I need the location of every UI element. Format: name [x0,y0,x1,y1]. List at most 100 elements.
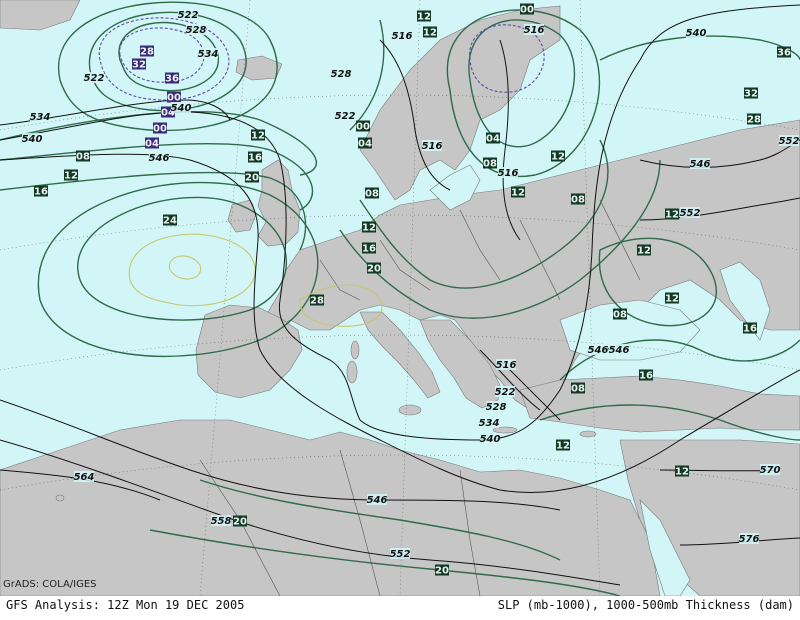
thickness-label: 516 [498,168,519,179]
slp-label: 12 [665,292,679,305]
thickness-label: 534 [479,418,500,429]
slp-label: 12 [665,208,679,221]
slp-label-text: 08 [76,152,90,163]
thickness-label: 546 [690,159,711,170]
slp-label: 08 [571,193,585,206]
thickness-label: 522 [84,73,105,84]
slp-label-text: 12 [511,188,525,199]
thickness-label: 516 [496,360,517,371]
slp-label-text: 12 [665,210,679,221]
slp-label-text: 08 [613,310,627,321]
slp-label-text: 12 [423,28,437,39]
slp-label-text: 00 [356,122,370,133]
slp-label-text: 08 [365,189,379,200]
slp-label: 08 [483,157,497,170]
slp-label: 16 [248,151,262,164]
slp-label-text: 20 [367,264,381,275]
slp-label: 32 [132,58,146,71]
slp-label-text: 12 [675,467,689,478]
slp-label: 12 [556,439,570,452]
slp-label-text: 08 [571,195,585,206]
slp-label: 00 [153,122,167,135]
slp-label: 00 [167,91,181,104]
slp-label-text: 04 [145,139,159,150]
slp-label: 12 [417,10,431,23]
slp-label: 12 [64,169,78,182]
credit-text: GrADS: COLA/IGES [3,579,97,590]
thickness-label: 540 [22,134,43,145]
slp-label: 36 [165,72,179,85]
slp-label-text: 20 [435,566,449,577]
thickness-label: 540 [480,434,501,445]
slp-label: 28 [310,294,324,307]
slp-label: 08 [571,382,585,395]
slp-label: 20 [233,515,247,528]
slp-label: 00 [356,120,370,133]
thickness-label: 546 [367,495,388,506]
footer-title: GFS Analysis: 12Z Mon 19 DEC 2005 [6,598,245,612]
slp-label-text: 04 [486,134,500,145]
slp-label-text: 16 [248,153,262,164]
slp-label-text: 12 [551,152,565,163]
land-sardinia [346,360,358,384]
slp-label: 16 [34,185,48,198]
slp-label-text: 00 [153,124,167,135]
slp-label-text: 20 [245,173,259,184]
slp-label-text: 12 [637,246,651,257]
slp-label-text: 12 [665,294,679,305]
map-area: 12 12 00 28 32 36 00 04 00 04 12 08 12 16 16 20 24 00 04 04… [0,0,800,596]
slp-label-text: 08 [483,159,497,170]
thickness-label: 576 [739,534,760,545]
slp-label: 08 [613,308,627,321]
weather-map-figure: 12 12 00 28 32 36 00 04 00 04 12 08 12 16 16 20 24 00 04 04… [0,0,800,620]
slp-label: 28 [140,45,154,58]
land-canaries [55,494,65,502]
land-sicily [398,404,422,416]
slp-label: 12 [675,465,689,478]
slp-label: 12 [251,129,265,142]
slp-label-text: 28 [140,47,154,58]
thickness-label: 528 [186,25,207,36]
thickness-label: 546 [609,345,630,356]
slp-label: 12 [423,26,437,39]
slp-label-text: 12 [556,441,570,452]
slp-label: 12 [637,244,651,257]
thickness-label: 540 [171,103,192,114]
thickness-label: 528 [486,402,507,413]
slp-label-text: 36 [165,74,179,85]
thickness-label: 522 [178,10,199,21]
slp-label-text: 24 [163,216,177,227]
thickness-label: 516 [524,25,545,36]
slp-label: 28 [747,113,761,126]
thickness-label: 546 [149,153,170,164]
slp-label-text: 00 [520,5,534,16]
slp-label: 20 [435,564,449,577]
slp-label-text: 28 [310,296,324,307]
slp-label-text: 16 [362,244,376,255]
slp-label: 04 [358,137,372,150]
slp-label-text: 32 [744,89,758,100]
slp-label-text: 12 [251,131,265,142]
slp-label-text: 16 [743,324,757,335]
thickness-label: 552 [779,136,800,147]
slp-label-text: 00 [167,93,181,104]
slp-label: 00 [520,3,534,16]
slp-label-text: 12 [362,223,376,234]
thickness-label: 522 [335,111,356,122]
slp-label: 04 [145,137,159,150]
slp-label: 20 [367,262,381,275]
thickness-label: 528 [331,69,352,80]
slp-label: 12 [362,221,376,234]
slp-label: 12 [551,150,565,163]
slp-label-text: 12 [417,12,431,23]
slp-label: 16 [743,322,757,335]
thickness-label: 516 [422,141,443,152]
thickness-label: 516 [392,31,413,42]
slp-label: 04 [486,132,500,145]
slp-label-text: 04 [358,139,372,150]
thickness-label: 534 [30,112,51,123]
thickness-label: 552 [390,549,411,560]
slp-label: 16 [639,369,653,382]
land-corsica [350,340,360,360]
slp-label-text: 16 [34,187,48,198]
